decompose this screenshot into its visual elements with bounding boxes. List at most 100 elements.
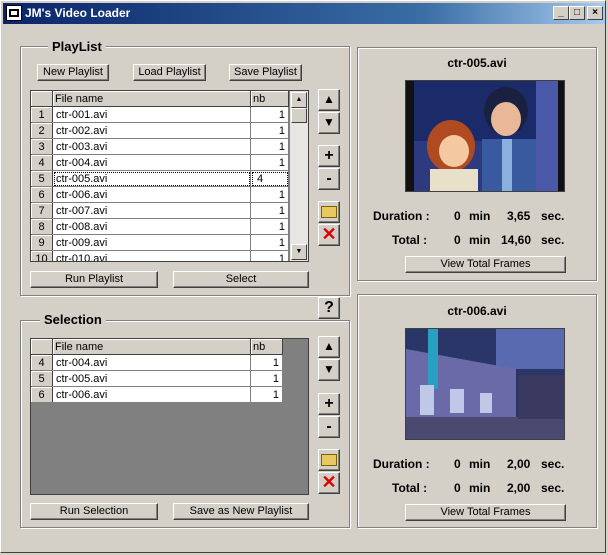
table-row[interactable]: 10 ctr-010.avi 1 [31,250,289,261]
playlist-remove-button[interactable]: - [318,168,340,190]
file-name-header[interactable]: File name [52,339,251,355]
minimize-button[interactable]: _ [553,6,569,20]
select-button[interactable]: Select [173,271,309,288]
scroll-up-arrow-icon[interactable]: ▲ [291,92,307,108]
file-name-cell[interactable]: ctr-006.avi [52,386,251,403]
nb-cell[interactable]: 1 [250,370,283,387]
playlist-add-button[interactable]: + [318,145,340,167]
file-name-cell[interactable]: ctr-006.avi [52,186,251,203]
playlist-move-down-button[interactable]: ▼ [318,112,340,134]
title-bar[interactable]: JM's Video Loader _ □ × [3,3,605,24]
total-min-2: 0 [454,481,461,495]
video-name-1: ctr-005.avi [447,56,507,70]
nb-cell[interactable]: 1 [250,354,283,371]
playlist-grid[interactable]: File name nb 1 ctr-001.avi 1 2 ctr-002.avi 1 3… [30,90,309,262]
table-row[interactable]: 4 ctr-004.avi 1 [31,154,289,171]
selection-open-folder-button[interactable] [318,449,340,471]
nb-cell[interactable]: 1 [250,386,283,403]
table-row[interactable]: 1 ctr-001.avi 1 [31,106,289,123]
scroll-thumb[interactable] [291,108,307,123]
run-playlist-button[interactable]: Run Playlist [30,271,158,288]
file-name-cell[interactable]: ctr-010.avi [52,250,251,261]
selection-table: File name nb 4 ctr-004.avi 1 5 ctr-005.avi 1 6… [31,339,283,403]
view-total-frames-button-2[interactable]: View Total Frames [405,504,566,521]
playlist-open-folder-button[interactable] [318,201,340,223]
row-index[interactable]: 5 [31,370,53,387]
file-name-cell[interactable]: ctr-004.avi [52,154,251,171]
close-button[interactable]: × [587,6,603,20]
nb-cell[interactable]: 1 [250,202,289,219]
table-row[interactable]: 4 ctr-004.avi 1 [31,354,283,371]
view-total-frames-button-1[interactable]: View Total Frames [405,256,566,273]
app-icon[interactable] [6,5,22,21]
total-min-unit-1: min [469,233,491,247]
nb-cell[interactable]: 1 [250,186,289,203]
save-as-new-playlist-button[interactable]: Save as New Playlist [173,503,309,520]
selection-grid[interactable]: File name nb 4 ctr-004.avi 1 5 ctr-005.avi 1 6… [30,338,309,495]
video-name-2: ctr-006.avi [447,304,507,318]
file-name-cell[interactable]: ctr-007.avi [52,202,251,219]
row-index[interactable]: 8 [31,218,53,235]
row-index[interactable]: 6 [31,186,53,203]
nb-header[interactable]: nb [250,339,283,355]
row-index[interactable]: 7 [31,202,53,219]
nb-cell[interactable]: 4 [250,170,289,187]
row-index[interactable]: 3 [31,138,53,155]
duration-sec-2: 2,00 [507,457,531,471]
open-folder-icon [321,206,337,218]
file-name-cell[interactable]: ctr-003.avi [52,138,251,155]
row-index[interactable]: 4 [31,354,53,371]
nb-cell[interactable]: 1 [250,154,289,171]
file-name-cell[interactable]: ctr-001.avi [52,106,251,123]
row-index[interactable]: 6 [31,386,53,403]
duration-sec-unit-1: sec. [541,209,565,223]
table-row[interactable]: 2 ctr-002.avi 1 [31,122,289,139]
help-button[interactable]: ? [318,297,340,319]
table-row[interactable]: 9 ctr-009.avi 1 [31,234,289,251]
row-index[interactable]: 10 [31,250,53,261]
selection-remove-button[interactable]: - [318,416,340,438]
row-index[interactable]: 2 [31,122,53,139]
scroll-down-arrow-icon[interactable]: ▼ [291,244,307,260]
row-index[interactable]: 1 [31,106,53,123]
table-row[interactable]: 5 ctr-005.avi 1 [31,370,283,387]
file-name-cell[interactable]: ctr-009.avi [52,234,251,251]
table-row[interactable]: 3 ctr-003.avi 1 [31,138,289,155]
table-row[interactable]: 6 ctr-006.avi 1 [31,386,283,403]
new-playlist-button[interactable]: New Playlist [37,64,109,81]
playlist-delete-button[interactable]: ✕ [318,224,340,246]
file-name-cell[interactable]: ctr-008.avi [52,218,251,235]
nb-cell[interactable]: 1 [250,138,289,155]
run-selection-button[interactable]: Run Selection [30,503,158,520]
maximize-button[interactable]: □ [569,6,585,20]
playlist-move-up-button[interactable]: ▲ [318,89,340,111]
file-name-cell[interactable]: ctr-005.avi [52,370,251,387]
selection-delete-button[interactable]: ✕ [318,472,340,494]
playlist-scrollbar[interactable]: ▲ ▼ [290,91,308,261]
row-index[interactable]: 9 [31,234,53,251]
table-row[interactable]: 8 ctr-008.avi 1 [31,218,289,235]
selection-move-up-button[interactable]: ▲ [318,336,340,358]
table-row[interactable]: 7 ctr-007.avi 1 [31,202,289,219]
selection-move-down-button[interactable]: ▼ [318,359,340,381]
file-name-cell[interactable]: ctr-002.avi [52,122,251,139]
file-name-cell[interactable]: ctr-004.avi [52,354,251,371]
video-frame-2[interactable] [405,328,565,440]
total-sec-unit-2: sec. [541,481,565,495]
nb-cell[interactable]: 1 [250,122,289,139]
row-index[interactable]: 4 [31,154,53,171]
nb-cell[interactable]: 1 [250,106,289,123]
load-playlist-button[interactable]: Load Playlist [133,64,206,81]
row-index[interactable]: 5 [31,170,53,187]
file-name-header[interactable]: File name [52,91,251,107]
file-name-cell[interactable]: ctr-005.avi [52,170,251,187]
nb-cell[interactable]: 1 [250,218,289,235]
table-row[interactable]: 5 ctr-005.avi 4 [31,170,289,187]
nb-cell[interactable]: 1 [250,234,289,251]
save-playlist-button[interactable]: Save Playlist [229,64,302,81]
video-frame-1[interactable] [405,80,565,192]
nb-cell[interactable]: 1 [250,250,289,261]
nb-header[interactable]: nb [250,91,289,107]
table-row[interactable]: 6 ctr-006.avi 1 [31,186,289,203]
selection-add-button[interactable]: + [318,393,340,415]
